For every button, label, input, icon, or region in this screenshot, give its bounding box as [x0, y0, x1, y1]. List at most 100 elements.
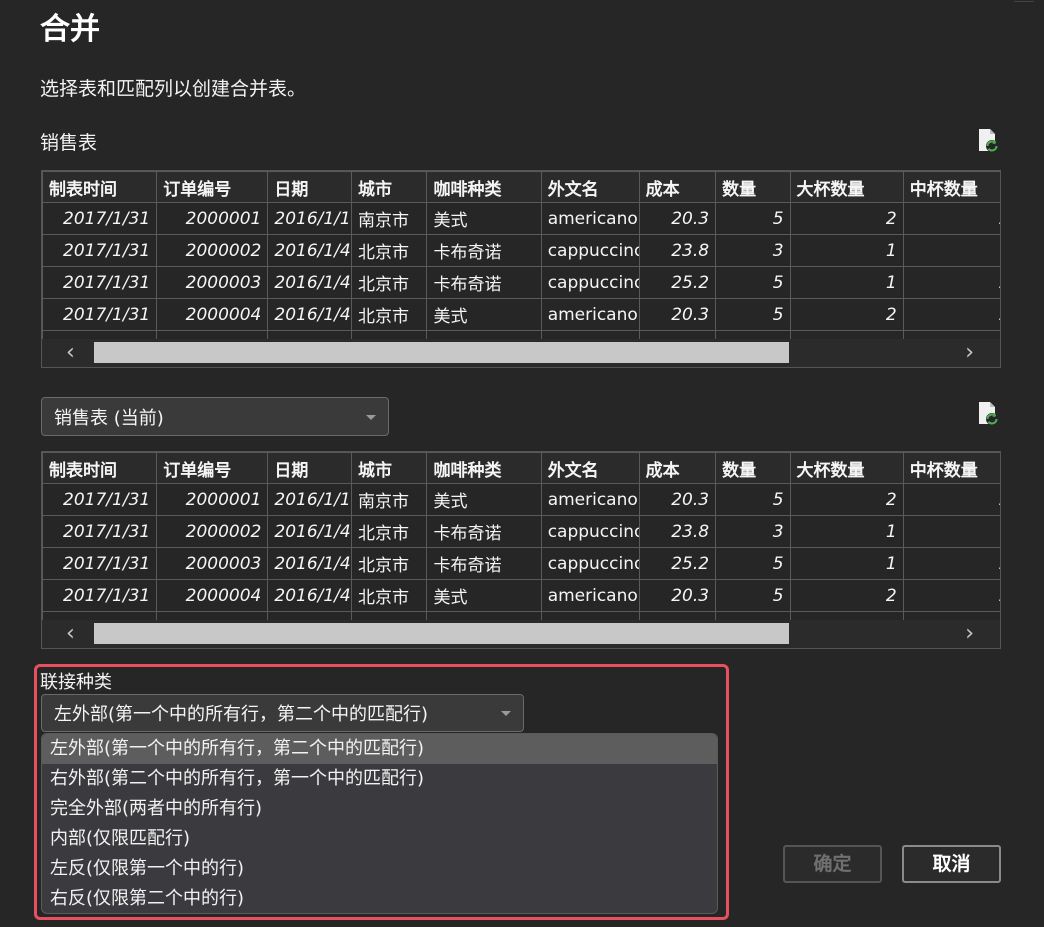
column-header[interactable]: 成本 [638, 452, 717, 484]
table-cell: 25.2 [638, 547, 717, 580]
table-cell: 2017/1/31 [42, 202, 158, 235]
join-option-full-outer[interactable]: 完全外部(两者中的所有行) [42, 794, 717, 824]
table-cell: americano [540, 579, 640, 612]
scrollbar-thumb[interactable] [94, 623, 789, 644]
table-cell: 25.2 [638, 266, 717, 299]
table-cell: 1 [902, 515, 1000, 548]
document-refresh-icon[interactable] [977, 401, 1001, 427]
table-cell: 美式 [426, 298, 542, 331]
table-cell: 2017/1/31 [42, 234, 158, 267]
column-header[interactable]: 数量 [715, 171, 791, 203]
column-header[interactable]: 咖啡种类 [426, 452, 542, 484]
table-cell: cappuccino [540, 266, 640, 299]
table-cell: cappuccino [540, 515, 640, 548]
column-header[interactable]: 制表时间 [42, 452, 158, 484]
table-row: 2017/1/31 2000002 2016/1/4 北京市 卡布奇诺 capp… [42, 234, 1000, 267]
table-cell: 北京市 [350, 579, 428, 612]
table-cell: 20.3 [638, 483, 717, 516]
join-option-left-outer[interactable]: 左外部(第一个中的所有行，第二个中的匹配行) [42, 734, 717, 764]
table-cell: 卡布奇诺 [426, 234, 542, 267]
column-header[interactable]: 大杯数量 [789, 452, 904, 484]
column-header[interactable]: 城市 [350, 452, 428, 484]
table-cell: 2016/1/1 [267, 202, 352, 235]
table-cell: 2 [902, 298, 1000, 331]
table-cell: 2017/1/31 [42, 547, 158, 580]
column-header[interactable]: 订单编号 [156, 452, 269, 484]
join-option-left-anti[interactable]: 左反(仅限第一个中的行) [42, 854, 717, 884]
table-cell: 2017/1/31 [42, 515, 158, 548]
column-header[interactable]: 日期 [267, 171, 352, 203]
table-cell: 20.3 [638, 202, 717, 235]
column-header[interactable]: 外文名 [540, 171, 640, 203]
cancel-button[interactable]: 取消 [902, 845, 1001, 883]
document-refresh-icon[interactable] [977, 128, 1001, 154]
column-header[interactable]: 大杯数量 [789, 171, 904, 203]
table-cell: 2 [789, 298, 904, 331]
table-cell: 2000004 [156, 579, 269, 612]
table-cell: 2 [902, 547, 1000, 580]
join-type-select-value: 左外部(第一个中的所有行，第二个中的匹配行) [54, 704, 429, 725]
join-type-label: 联接种类 [40, 672, 112, 693]
column-header[interactable]: 成本 [638, 171, 717, 203]
table-cell: 卡布奇诺 [426, 266, 542, 299]
table-cell: 2000001 [156, 202, 269, 235]
table-cell: 2016/1/4 [267, 234, 352, 267]
table-cell: 2000004 [156, 298, 269, 331]
table-cell: 南京市 [350, 483, 428, 516]
horizontal-scrollbar[interactable]: ‹ › [42, 339, 1000, 367]
table-cell: 2016/1/4 [267, 515, 352, 548]
table-cell: 5 [715, 298, 791, 331]
join-option-right-anti[interactable]: 右反(仅限第二个中的行) [42, 884, 717, 913]
table-row: 2017/1/31 2000003 2016/1/4 北京市 卡布奇诺 capp… [42, 547, 1000, 580]
table-cell: 北京市 [350, 234, 428, 267]
column-header[interactable]: 制表时间 [42, 171, 158, 203]
column-header[interactable]: 外文名 [540, 452, 640, 484]
first-table-label: 销售表 [40, 132, 98, 154]
column-header[interactable]: 中杯数量 [902, 171, 1000, 203]
column-header[interactable]: 数量 [715, 452, 791, 484]
table-cell: 5 [715, 266, 791, 299]
table-cell: 3 [715, 234, 791, 267]
table-cell: 2 [789, 483, 904, 516]
column-header[interactable]: 中杯数量 [902, 452, 1000, 484]
caret-down-icon [501, 711, 511, 716]
table-cell: 2 [789, 579, 904, 612]
table-cell: 北京市 [350, 298, 428, 331]
table-cell: 1 [789, 266, 904, 299]
first-table-preview[interactable]: 制表时间 订单编号 日期 城市 咖啡种类 外文名 成本 数量 大杯数量 中杯数量… [41, 170, 1001, 368]
dialog-title: 合并 [40, 12, 100, 47]
table-cell: 2017/1/31 [42, 266, 158, 299]
column-header[interactable]: 日期 [267, 452, 352, 484]
table-cell: americano [540, 483, 640, 516]
table-row: 2017/1/31 2000003 2016/1/4 北京市 卡布奇诺 capp… [42, 266, 1000, 299]
scrollbar-thumb[interactable] [94, 342, 789, 363]
column-header[interactable]: 订单编号 [156, 171, 269, 203]
table-cell: 2 [789, 202, 904, 235]
caret-down-icon [366, 414, 376, 420]
table-cell: 2017/1/31 [42, 579, 158, 612]
column-header[interactable]: 城市 [350, 171, 428, 203]
horizontal-scrollbar[interactable]: ‹ › [42, 620, 1000, 648]
table-cell: 北京市 [350, 266, 428, 299]
table-cell: 2000003 [156, 266, 269, 299]
column-header[interactable]: 咖啡种类 [426, 171, 542, 203]
ok-button[interactable]: 确定 [783, 845, 882, 883]
second-table-select[interactable]: 销售表 (当前) [41, 397, 389, 436]
table-cell: 2016/1/4 [267, 579, 352, 612]
chevron-left-icon[interactable]: ‹ [66, 621, 75, 647]
join-type-options-list[interactable]: 左外部(第一个中的所有行，第二个中的匹配行) 右外部(第二个中的所有行，第一个中… [41, 733, 718, 914]
join-option-inner[interactable]: 内部(仅限匹配行) [42, 824, 717, 854]
table-cell: 2000003 [156, 547, 269, 580]
chevron-right-icon[interactable]: › [965, 621, 974, 647]
join-option-right-outer[interactable]: 右外部(第二个中的所有行，第一个中的匹配行) [42, 764, 717, 794]
join-type-select[interactable]: 左外部(第一个中的所有行，第二个中的匹配行) [41, 694, 524, 732]
table-cell: 2016/1/4 [267, 266, 352, 299]
table-cell: 23.8 [638, 234, 717, 267]
table-row: 2017/1/31 2000004 2016/1/4 北京市 美式 americ… [42, 298, 1000, 331]
chevron-right-icon[interactable]: › [965, 340, 974, 366]
table-cell: 美式 [426, 202, 542, 235]
second-table-preview[interactable]: 制表时间 订单编号 日期 城市 咖啡种类 外文名 成本 数量 大杯数量 中杯数量… [41, 451, 1001, 649]
table-cell: 1 [789, 547, 904, 580]
chevron-left-icon[interactable]: ‹ [66, 340, 75, 366]
table-cell: 北京市 [350, 547, 428, 580]
